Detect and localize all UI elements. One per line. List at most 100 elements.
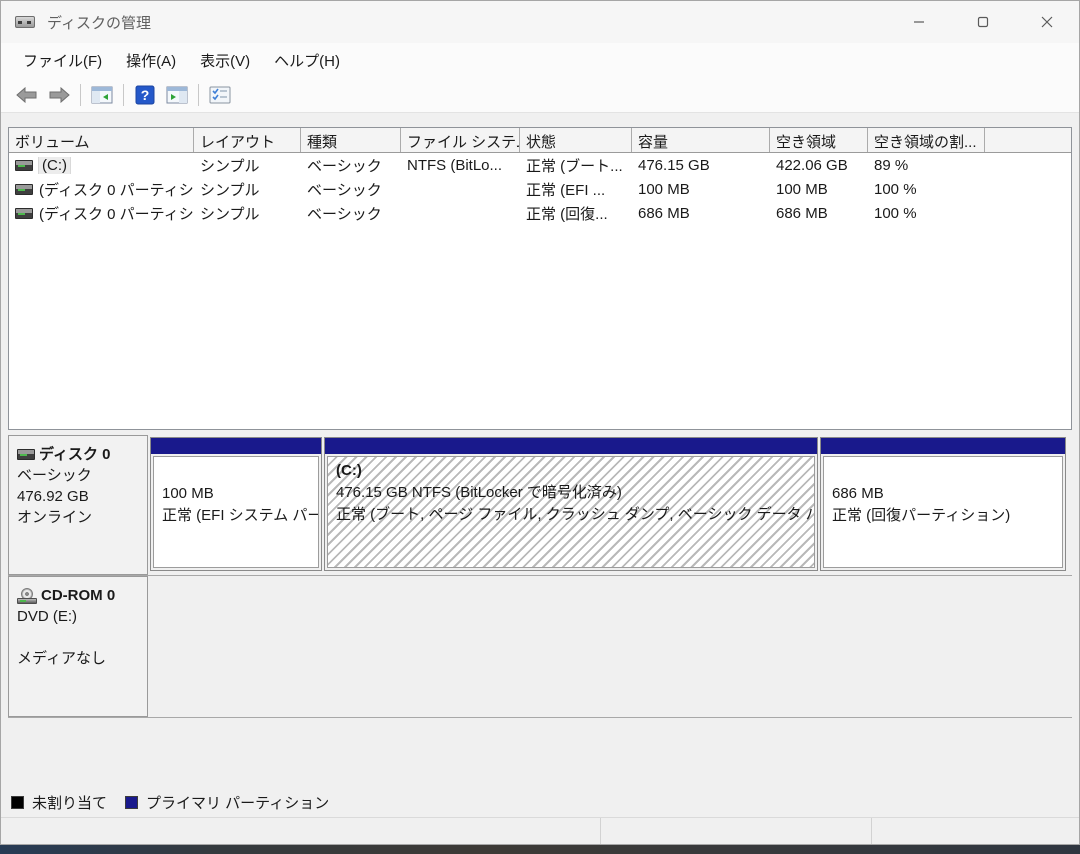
content-area: ボリューム レイアウト 種類 ファイル システム 状態 容量 空き領域 空き領域… [1,113,1079,817]
partition-efi[interactable]: 100 MB 正常 (EFI システム パー [150,437,322,571]
help-icon[interactable]: ? [129,81,161,109]
free-space-cell: 686 MB [776,204,828,222]
free-pct-cell: 89 % [874,156,909,174]
partition-label: (C:) [336,462,362,479]
cdrom-row: CD-ROM 0 DVD (E:) メディアなし [8,576,1072,718]
partition-status: 正常 (EFI システム パー [162,507,319,524]
status-cell: 正常 (ブート... [526,157,623,175]
partition-color-bar [821,438,1065,454]
disk0-row: ディスク 0 ベーシック 476.92 GB オンライン 100 MB 正常 (… [8,435,1072,576]
cdrom-icon [17,587,37,604]
volume-icon [15,159,33,171]
volume-cell: (C:) [9,156,194,174]
free-space-cell: 100 MB [776,180,828,198]
back-icon[interactable] [11,81,43,109]
type-cell: ベーシック [307,181,382,199]
column-header-free-pct[interactable]: 空き領域の割... [868,128,985,152]
minimize-button[interactable] [887,1,951,43]
column-header-type[interactable]: 種類 [301,128,401,152]
table-row[interactable]: (ディスク 0 パーティシ... シンプル ベーシック 正常 (EFI ... … [9,177,1071,201]
title-bar: ディスクの管理 [1,1,1079,43]
volume-list: ボリューム レイアウト 種類 ファイル システム 状態 容量 空き領域 空き領域… [8,127,1072,430]
show-action-pane-icon[interactable] [161,81,193,109]
disk0-status: オンライン [17,509,93,526]
legend-unallocated-label: 未割り当て [32,794,108,812]
type-cell: ベーシック [307,157,382,175]
column-header-free-space[interactable]: 空き領域 [770,128,868,152]
column-header-filler [985,128,1071,152]
cdrom-media-status: メディアなし [17,650,106,667]
table-row[interactable]: (ディスク 0 パーティシ... シンプル ベーシック 正常 (回復... 68… [9,201,1071,225]
menu-file[interactable]: ファイル(F) [11,46,114,75]
legend-unallocated-swatch [11,795,24,809]
partition-status: 正常 (回復パーティション) [832,507,1011,524]
status-bar [1,817,1079,844]
table-row[interactable]: (C:) シンプル ベーシック NTFS (BitLo... 正常 (ブート..… [9,153,1071,177]
close-button[interactable] [1015,1,1079,43]
menu-bar: ファイル(F) 操作(A) 表示(V) ヘルプ(H) [1,43,1079,77]
legend: 未割り当て プライマリ パーティション [8,787,1072,817]
volume-icon [15,183,33,195]
column-header-filesystem[interactable]: ファイル システム [401,128,520,152]
properties-icon[interactable] [204,81,236,109]
status-section [1,818,601,844]
graphical-view: ディスク 0 ベーシック 476.92 GB オンライン 100 MB 正常 (… [8,435,1072,817]
menu-view[interactable]: 表示(V) [188,46,262,75]
svg-text:?: ? [141,87,150,103]
disk0-size: 476.92 GB [17,488,89,505]
legend-primary-swatch [125,795,139,809]
cdrom-name: CD-ROM 0 [41,587,116,604]
partition-c[interactable]: (C:) 476.15 GB NTFS (BitLocker で暗号化済み) 正… [324,437,818,571]
cdrom-info-panel[interactable]: CD-ROM 0 DVD (E:) メディアなし [8,576,148,717]
free-pct-cell: 100 % [874,204,917,222]
disk0-partitions: 100 MB 正常 (EFI システム パー (C:) 476.15 GB NT… [148,435,1072,575]
status-cell: 正常 (EFI ... [526,181,606,199]
volume-label: (ディスク 0 パーティシ... [39,205,194,223]
disk0-name: ディスク 0 [39,446,111,463]
layout-cell: シンプル [200,205,260,223]
status-section [872,818,1079,844]
type-cell: ベーシック [307,205,382,223]
partition-size: 100 MB [162,485,214,502]
volume-cell: (ディスク 0 パーティシ... [9,179,194,200]
disk0-info-panel[interactable]: ディスク 0 ベーシック 476.92 GB オンライン [8,435,148,575]
status-section [601,818,872,844]
capacity-cell: 686 MB [638,204,690,222]
menu-action[interactable]: 操作(A) [114,46,188,75]
show-console-tree-icon[interactable] [86,81,118,109]
maximize-button[interactable] [951,1,1015,43]
disk-management-icon [15,13,37,31]
volume-label: (ディスク 0 パーティシ... [39,181,194,199]
disk0-type: ベーシック [17,467,92,484]
partition-color-bar [325,438,817,454]
disk-icon [17,449,35,460]
partition-color-bar [151,438,321,454]
layout-cell: シンプル [200,157,260,175]
toolbar: ? [1,77,1079,113]
layout-cell: シンプル [200,181,260,199]
free-pct-cell: 100 % [874,180,917,198]
capacity-cell: 476.15 GB [638,156,710,174]
disk-management-window: ディスクの管理 ファイル(F) 操作(A) 表示(V) ヘルプ(H) ? ボリュ… [0,0,1080,845]
column-header-capacity[interactable]: 容量 [632,128,770,152]
filesystem-cell: NTFS (BitLo... [407,156,503,174]
status-cell: 正常 (回復... [526,205,608,223]
partition-recovery[interactable]: 686 MB 正常 (回復パーティション) [820,437,1066,571]
forward-icon[interactable] [43,81,75,109]
desktop-background [0,845,1080,854]
capacity-cell: 100 MB [638,180,690,198]
partition-size: 476.15 GB NTFS (BitLocker で暗号化済み) [336,484,622,501]
column-header-volume[interactable]: ボリューム [9,128,194,152]
volume-label: (C:) [38,156,71,174]
graph-empty-space [8,718,1072,787]
volume-list-header: ボリューム レイアウト 種類 ファイル システム 状態 容量 空き領域 空き領域… [9,128,1071,153]
cdrom-drive-letter: DVD (E:) [17,608,77,625]
volume-icon [15,207,33,219]
legend-primary-label: プライマリ パーティション [146,794,330,812]
cdrom-empty-area [148,576,1072,717]
partition-size: 686 MB [832,485,884,502]
partition-status: 正常 (ブート, ページ ファイル, クラッシュ ダンプ, ベーシック データ … [336,506,814,523]
menu-help[interactable]: ヘルプ(H) [262,46,352,75]
column-header-status[interactable]: 状態 [520,128,632,152]
column-header-layout[interactable]: レイアウト [194,128,301,152]
